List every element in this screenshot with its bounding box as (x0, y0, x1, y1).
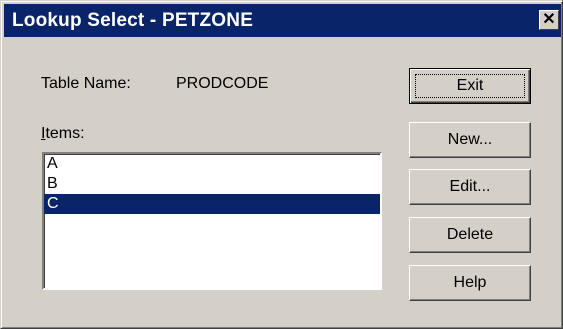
delete-button[interactable]: Delete (409, 217, 531, 253)
new-button-label: New... (447, 131, 493, 148)
exit-button-label: Exit (456, 77, 484, 94)
delete-button-label: Delete (446, 226, 494, 243)
help-button-label: Help (453, 274, 487, 291)
help-button[interactable]: Help (409, 265, 531, 301)
title-bar[interactable]: Lookup Select - PETZONE ✕ (4, 4, 561, 37)
list-item-selected[interactable]: C (44, 194, 380, 214)
list-item[interactable]: B (44, 174, 380, 194)
list-item[interactable]: A (44, 154, 380, 174)
table-name-label: Table Name: (41, 75, 131, 92)
new-button[interactable]: New... (409, 122, 531, 158)
window-title: Lookup Select - PETZONE (12, 10, 254, 31)
items-label-rest: tems: (45, 125, 85, 142)
exit-button[interactable]: Exit (409, 68, 531, 104)
table-name-value: PRODCODE (176, 75, 269, 92)
edit-button-label: Edit... (449, 178, 491, 195)
items-label: Items: (41, 125, 85, 143)
lookup-select-dialog: Lookup Select - PETZONE ✕ Table Name: PR… (0, 0, 563, 329)
edit-button[interactable]: Edit... (409, 169, 531, 205)
items-listbox[interactable]: A B C (42, 152, 382, 290)
close-icon[interactable]: ✕ (539, 10, 559, 30)
